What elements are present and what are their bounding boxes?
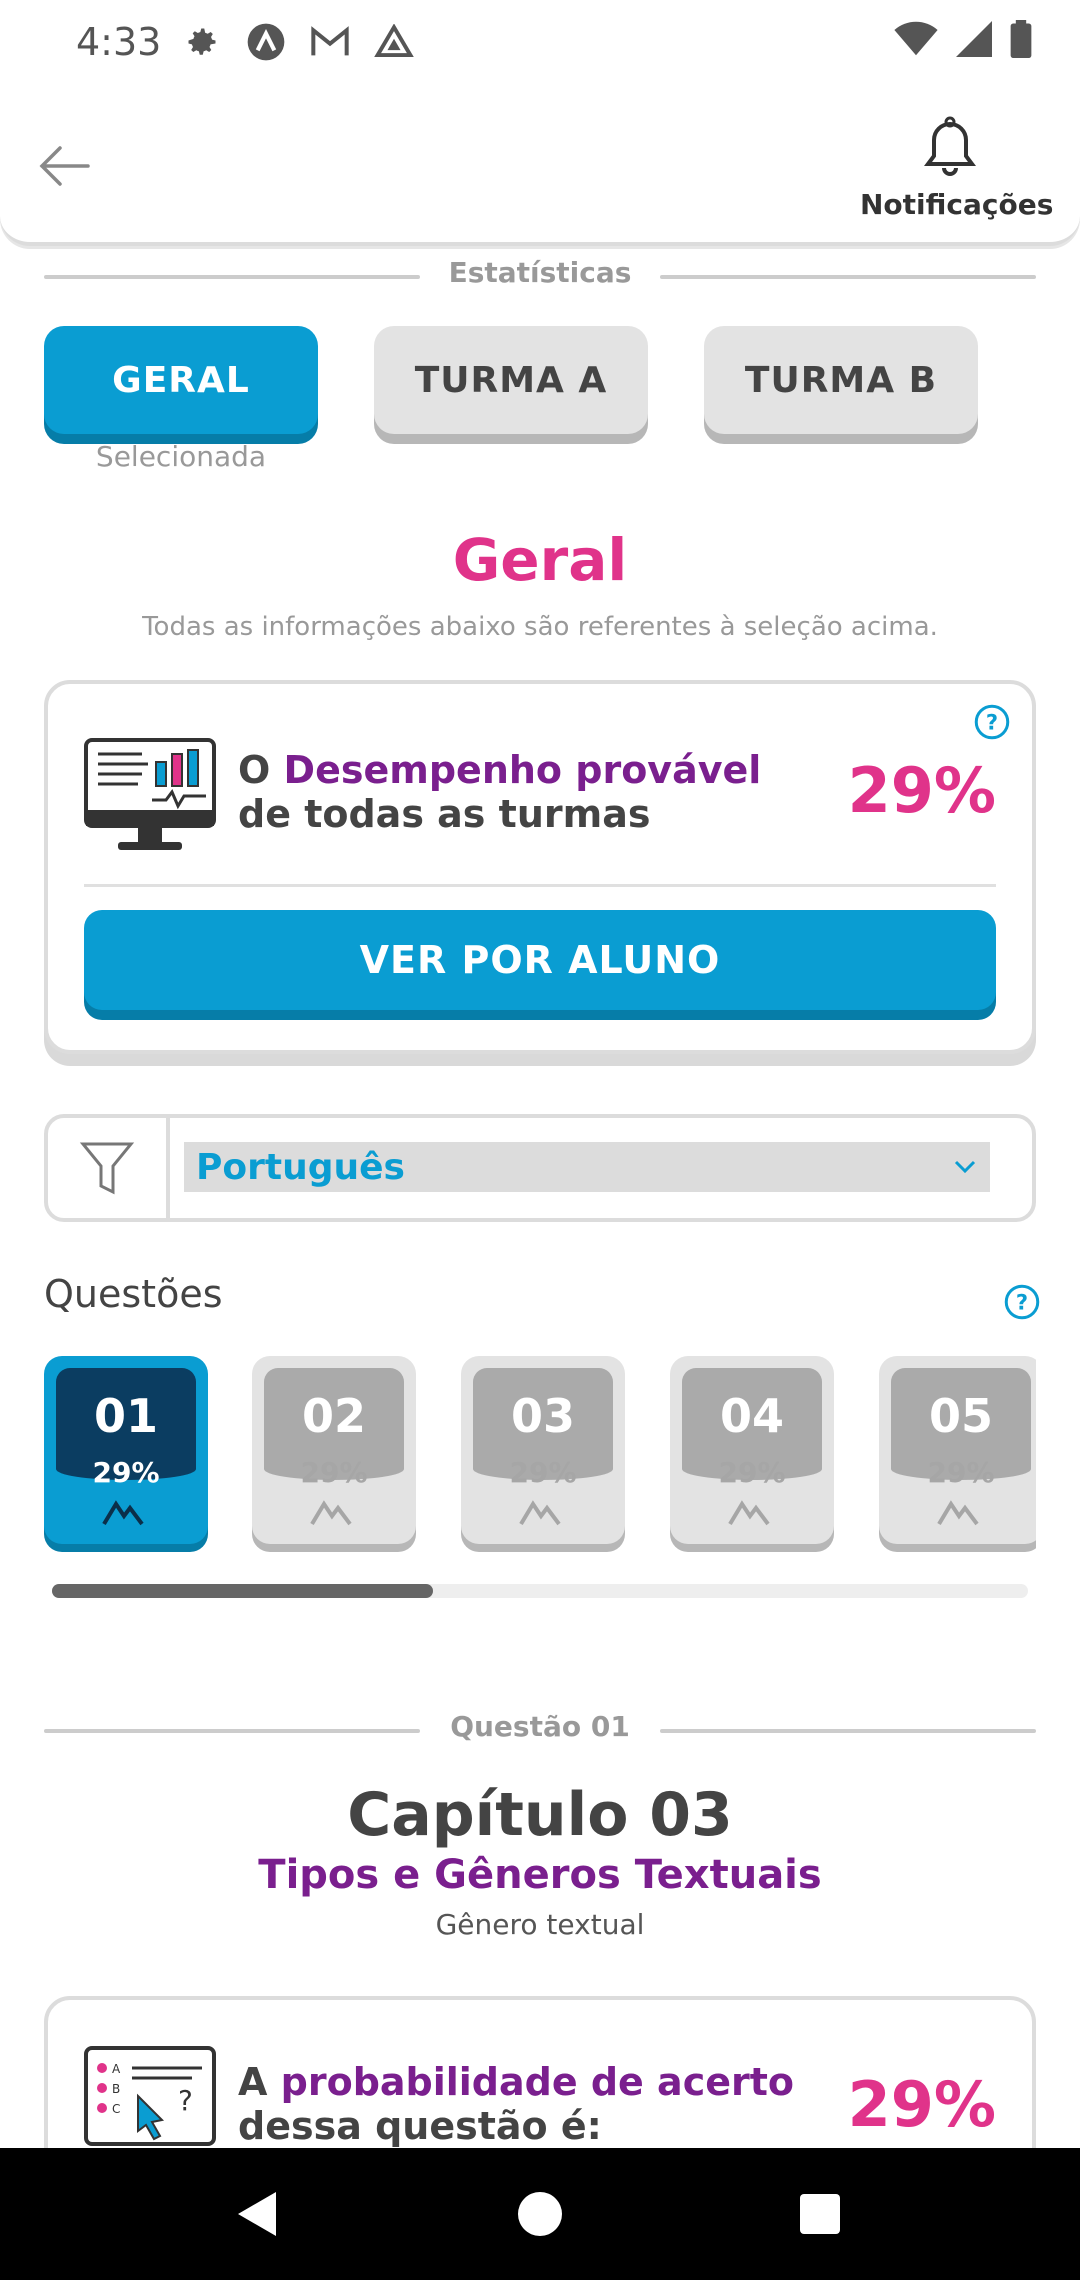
question-chip-04[interactable]: 04 29%	[670, 1356, 834, 1544]
a-app-icon	[244, 20, 288, 64]
section-label-stats: Estatísticas	[448, 256, 632, 289]
stats-divider: Estatísticas	[44, 256, 1036, 296]
mountain-icon	[102, 1500, 144, 1526]
card-divider	[84, 884, 996, 887]
tab-geral[interactable]: GERAL	[44, 326, 318, 434]
chapter-topic: Gênero textual	[435, 1908, 645, 1941]
question-chip-03[interactable]: 03 29%	[461, 1356, 625, 1544]
page-subtitle: Todas as informações abaixo são referent…	[142, 612, 938, 642]
question-percent: 29%	[718, 1456, 786, 1489]
performance-title: O Desempenho provável	[238, 748, 762, 792]
performance-highlight: Desempenho provável	[283, 748, 762, 792]
svg-text:B: B	[112, 2082, 120, 2096]
svg-text:?: ?	[178, 2084, 193, 2117]
performance-card: ? O Desempenho provável de todas as turm…	[44, 680, 1036, 1054]
nav-recents-icon[interactable]	[790, 2184, 850, 2244]
questions-list: 01 29% 02 29% 03 29% 04 29% 05 29%	[44, 1356, 1036, 1556]
probability-subtitle: dessa questão é:	[238, 2104, 602, 2148]
question-number: 05	[891, 1368, 1031, 1480]
performance-subtitle: de todas as turmas	[238, 792, 651, 836]
nav-back-icon[interactable]	[230, 2184, 290, 2244]
mountain-icon	[937, 1500, 979, 1526]
section-label-question: Questão 01	[450, 1710, 630, 1743]
notifications-button[interactable]: Notificações	[860, 116, 1054, 221]
quiz-screen-icon: A B C ?	[82, 2044, 218, 2158]
question-chip-05[interactable]: 05 29%	[879, 1356, 1036, 1544]
gmail-icon	[308, 20, 352, 64]
page-title: Geral	[452, 526, 628, 594]
question-percent: 29%	[509, 1456, 577, 1489]
scrollbar-thumb[interactable]	[52, 1584, 433, 1598]
questions-scrollbar[interactable]	[52, 1584, 1028, 1598]
performance-percent: 29%	[847, 754, 996, 827]
system-nav-bar	[0, 2148, 1080, 2280]
question-chip-02[interactable]: 02 29%	[252, 1356, 416, 1544]
app-header: Notificações	[0, 88, 1080, 246]
help-icon[interactable]: ?	[974, 704, 1010, 740]
wifi-icon	[894, 21, 938, 61]
monitor-chart-icon	[82, 736, 218, 860]
mountain-icon	[728, 1500, 770, 1526]
question-percent: 29%	[92, 1456, 160, 1489]
question-number: 04	[682, 1368, 822, 1480]
question-number: 02	[264, 1368, 404, 1480]
probability-title: A probabilidade de acerto	[238, 2060, 795, 2104]
tab-selected-label: Selecionada	[95, 440, 267, 473]
status-bar: 4:33	[0, 0, 1080, 88]
back-arrow-icon	[39, 146, 90, 186]
drive-icon	[372, 20, 416, 64]
bell-icon	[924, 116, 976, 176]
back-button[interactable]	[36, 142, 92, 190]
question-percent: 29%	[927, 1456, 995, 1489]
svg-text:?: ?	[1016, 1291, 1028, 1315]
mountain-icon	[310, 1500, 352, 1526]
subject-select-value: Português	[196, 1146, 405, 1188]
nav-home-icon[interactable]	[510, 2184, 570, 2244]
question-divider: Questão 01	[44, 1710, 1036, 1750]
signal-icon	[956, 21, 992, 61]
svg-text:A: A	[112, 2062, 121, 2076]
tab-turma-b[interactable]: TURMA B	[704, 326, 978, 434]
status-time: 4:33	[76, 20, 162, 64]
svg-text:C: C	[112, 2102, 120, 2116]
questions-title: Questões	[44, 1272, 223, 1316]
probability-percent: 29%	[847, 2068, 996, 2141]
chevron-down-icon	[954, 1160, 976, 1174]
question-number: 01	[56, 1368, 196, 1480]
tab-turma-a[interactable]: TURMA A	[374, 326, 648, 434]
notifications-label: Notificações	[860, 188, 1054, 221]
view-by-student-button[interactable]: VER POR ALUNO	[84, 910, 996, 1010]
chapter-subtitle: Tipos e Gêneros Textuais	[258, 1852, 822, 1898]
filter-icon	[48, 1118, 170, 1218]
subject-select[interactable]: Português	[184, 1142, 990, 1192]
svg-text:?: ?	[986, 711, 998, 735]
question-chip-01[interactable]: 01 29%	[44, 1356, 208, 1544]
battery-icon	[1010, 20, 1032, 62]
mountain-icon	[519, 1500, 561, 1526]
chapter-title: Capítulo 03	[347, 1780, 733, 1850]
question-number: 03	[473, 1368, 613, 1480]
settings-icon	[180, 20, 224, 64]
probability-highlight: probabilidade de acerto	[280, 2060, 795, 2104]
questions-help-icon[interactable]: ?	[1004, 1284, 1040, 1320]
question-percent: 29%	[300, 1456, 368, 1489]
subject-filter: Português	[44, 1114, 1036, 1222]
